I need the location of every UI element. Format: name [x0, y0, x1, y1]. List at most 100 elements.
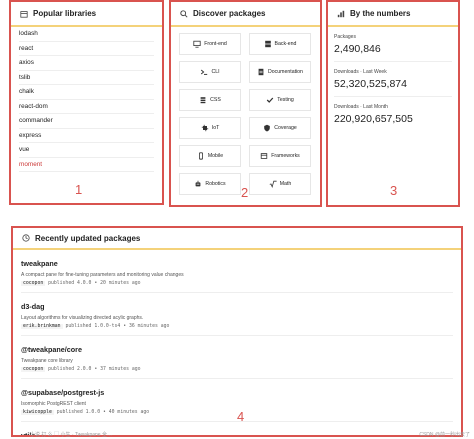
phone-icon: [198, 152, 203, 160]
list-item[interactable]: chalk: [19, 85, 154, 100]
category-label: Frameworks: [271, 153, 300, 159]
publish-info: published 4.0.0 • 20 minutes ago: [48, 281, 141, 286]
library-link-vue[interactable]: vue: [19, 146, 29, 153]
library-link-axios[interactable]: axios: [19, 59, 34, 66]
stat-label: Downloads · Last Week: [334, 69, 387, 75]
publisher-link[interactable]: erik.brinkman: [21, 324, 63, 329]
category-documentation[interactable]: Documentation: [249, 61, 311, 83]
list-item: tweakpane A compact pane for fine-tuning…: [13, 259, 461, 286]
package-name-link[interactable]: @tweakpane/core: [21, 345, 453, 354]
list-item[interactable]: vue: [19, 143, 154, 158]
category-label: Robotics: [205, 181, 226, 187]
library-link-lodash[interactable]: lodash: [19, 30, 38, 37]
library-link-tslib[interactable]: tslib: [19, 74, 30, 81]
library-link-react-dom[interactable]: react-dom: [19, 103, 48, 110]
package-name-link[interactable]: tweakpane: [21, 259, 453, 268]
library-link-moment[interactable]: moment: [19, 161, 42, 168]
library-link-react[interactable]: react: [19, 45, 33, 52]
list-item[interactable]: moment: [19, 158, 154, 172]
stat-label: Packages: [334, 34, 356, 40]
stat-downloads-week: Downloads · Last Week 52,320,525,874: [328, 69, 458, 90]
category-label: Math: [279, 181, 292, 187]
category-math[interactable]: Math: [249, 173, 311, 195]
package-description: Layout algorithms for visualizing direct…: [21, 315, 144, 321]
sqrt-icon: [269, 180, 277, 188]
library-link-chalk[interactable]: chalk: [19, 88, 34, 95]
popular-libraries-list: lodash react axios tslib chalk react-dom…: [11, 27, 162, 172]
list-item: d3-dag Layout algorithms for visualizing…: [13, 302, 461, 329]
category-back-end[interactable]: Back-end: [249, 33, 311, 55]
category-robotics[interactable]: Robotics: [179, 173, 241, 195]
chart-icon: [336, 9, 346, 19]
list-item[interactable]: react: [19, 42, 154, 56]
category-label: CSS: [210, 97, 221, 103]
category-front-end[interactable]: Front-end: [179, 33, 241, 55]
divider: [334, 61, 452, 62]
stat-downloads-month: Downloads · Last Month 220,920,657,505: [328, 104, 458, 125]
category-css[interactable]: CSS: [179, 89, 241, 111]
category-testing[interactable]: Testing: [249, 89, 311, 111]
package-meta: erik.brinkman published 1.0.0-ts4 • 36 m…: [21, 324, 453, 329]
publish-info: published 1.0.0-ts4 • 36 minutes ago: [65, 324, 170, 329]
list-item[interactable]: commander: [19, 114, 154, 129]
library-link-commander[interactable]: commander: [19, 117, 53, 124]
category-label: IoT: [211, 125, 220, 131]
annotation-marker-2: 2: [241, 185, 249, 200]
package-name-link[interactable]: d3-dag: [21, 302, 453, 311]
category-label: Front-end: [204, 41, 227, 47]
category-coverage[interactable]: Coverage: [249, 117, 311, 139]
frame-icon: [261, 153, 268, 159]
list-item[interactable]: axios: [19, 56, 154, 71]
category-iot[interactable]: IoT: [179, 117, 241, 139]
monitor-icon: [193, 40, 201, 48]
package-description: Isomorphic PostgREST client: [21, 401, 86, 407]
list-item[interactable]: express: [19, 129, 154, 143]
publisher-link[interactable]: cocopon: [21, 367, 46, 372]
discover-packages-title: Discover packages: [193, 9, 266, 18]
package-meta: cocopon published 2.0.0 • 37 minutes ago: [21, 367, 453, 372]
category-label: Coverage: [274, 125, 297, 131]
package-name-link[interactable]: @supabase/postgrest-js: [21, 388, 453, 397]
divider: [21, 335, 453, 336]
robot-icon: [196, 180, 201, 187]
divider: [21, 378, 453, 379]
category-mobile[interactable]: Mobile: [179, 145, 241, 167]
by-the-numbers-header: By the numbers: [328, 2, 458, 27]
package-description: Tweakpane core library: [21, 358, 73, 364]
publisher-link[interactable]: kiwicopple: [21, 410, 54, 415]
by-the-numbers-panel: By the numbers Packages 2,490,846 Downlo…: [326, 0, 460, 207]
terminal-icon: [201, 69, 208, 75]
chip-icon: [201, 124, 208, 132]
divider: [21, 292, 453, 293]
annotation-marker-4: 4: [237, 409, 245, 424]
recently-updated-header: Recently updated packages: [13, 228, 461, 250]
list-item[interactable]: tslib: [19, 71, 154, 85]
stat-value: 220,920,657,505: [334, 113, 413, 125]
category-label: Mobile: [207, 153, 224, 159]
discover-packages-header: Discover packages: [171, 2, 320, 27]
publisher-link[interactable]: cocopon: [21, 281, 46, 286]
footer-text: 小说 打 么 ▢ 小生 · Tweakpane 全…: [30, 432, 112, 438]
discover-packages-panel: Discover packages Front-end Back-end CLI…: [169, 0, 322, 207]
stat-label: Downloads · Last Month: [334, 104, 388, 110]
popular-libraries-title: Popular libraries: [33, 9, 97, 18]
stat-value: 2,490,846: [334, 43, 381, 55]
popular-libraries-header: Popular libraries: [11, 2, 162, 27]
category-frameworks[interactable]: Frameworks: [249, 145, 311, 167]
publish-info: published 2.0.0 • 37 minutes ago: [48, 367, 141, 372]
package-description: A compact pane for fine-tuning parameter…: [21, 272, 184, 278]
list-item: @tweakpane/core Tweakpane core library c…: [13, 345, 461, 372]
annotation-marker-1: 1: [75, 182, 83, 197]
watermark: CSDN @前一秒出去了: [419, 432, 470, 438]
library-link-express[interactable]: express: [19, 132, 41, 139]
category-label: Testing: [277, 97, 294, 103]
shield-icon: [264, 124, 271, 132]
package-meta: cocopon published 4.0.0 • 20 minutes ago: [21, 281, 453, 286]
check-icon: [267, 97, 274, 103]
package-icon: [19, 9, 29, 19]
list-item[interactable]: lodash: [19, 27, 154, 42]
publish-info: published 1.0.0 • 40 minutes ago: [56, 410, 150, 415]
category-cli[interactable]: CLI: [179, 61, 241, 83]
list-item[interactable]: react-dom: [19, 100, 154, 114]
stat-value: 52,320,525,874: [334, 78, 407, 90]
